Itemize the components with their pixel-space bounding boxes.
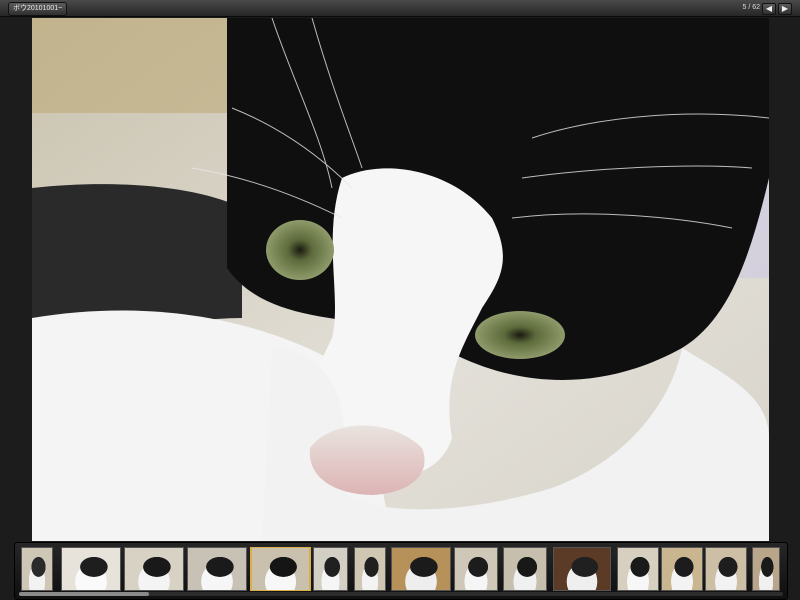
photo-counter: 5 / 62	[742, 4, 760, 11]
thumbnail[interactable]	[661, 547, 703, 591]
top-toolbar: ボウ20101001~ 5 / 62 ◀ ▶	[0, 0, 800, 17]
thumbnail[interactable]	[553, 547, 611, 591]
thumbnail[interactable]	[503, 547, 547, 591]
thumbnail[interactable]	[705, 547, 747, 591]
cat-photo	[32, 18, 769, 541]
next-photo-button[interactable]: ▶	[778, 3, 792, 15]
thumbnail[interactable]	[354, 547, 386, 591]
scrollbar-thumb[interactable]	[19, 592, 149, 596]
thumbnail[interactable]	[187, 547, 247, 591]
thumbnail[interactable]	[454, 547, 498, 591]
thumbnail[interactable]	[313, 547, 348, 591]
arrow-right-icon: ▶	[781, 4, 789, 13]
thumbnail[interactable]	[124, 547, 184, 591]
album-back-button[interactable]: ボウ20101001~	[8, 2, 68, 16]
thumbnail[interactable]	[250, 547, 311, 591]
thumbnail[interactable]	[617, 547, 659, 591]
filmstrip	[14, 542, 788, 600]
thumbnail[interactable]	[391, 547, 451, 591]
thumbnail[interactable]	[752, 547, 780, 591]
thumbnail[interactable]	[21, 547, 53, 591]
main-photo[interactable]	[32, 18, 769, 541]
thumbnail-list	[21, 547, 781, 591]
thumbnail[interactable]	[61, 547, 121, 591]
arrow-left-icon: ◀	[765, 4, 773, 13]
filmstrip-scrollbar[interactable]	[19, 592, 783, 596]
previous-photo-button[interactable]: ◀	[762, 3, 776, 15]
